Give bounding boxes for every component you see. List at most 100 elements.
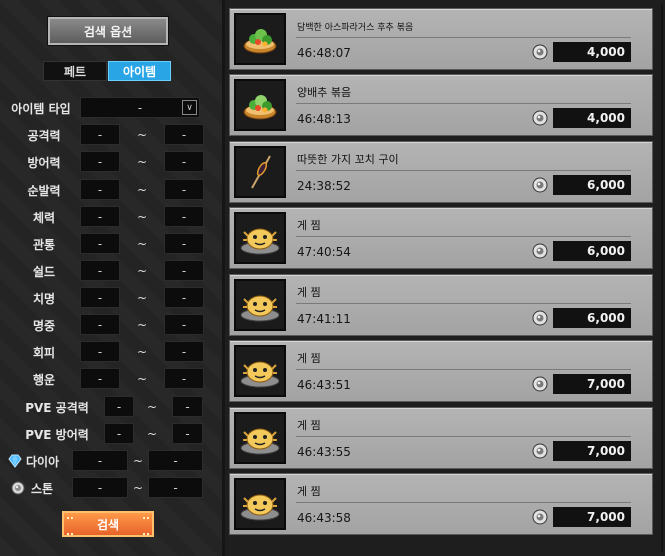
filter-max-input[interactable]: - [148, 450, 203, 471]
filter-row-pve-attack: PVE 공격력 - ~ - [0, 396, 222, 418]
filter-row-stone: 스톤 - ~ - [0, 477, 222, 499]
scrollbar[interactable] [661, 4, 663, 552]
filter-label: 다이아 [26, 454, 60, 469]
filter-label: PVE 방어력 [25, 427, 89, 442]
tab-pet[interactable]: 페트 [43, 61, 107, 81]
filter-max-input[interactable]: - [164, 124, 204, 145]
filter-label: 행운 [32, 372, 56, 387]
item-name: 따뜻한 가지 꼬치 구이 [297, 153, 399, 166]
stone-icon [532, 44, 548, 60]
filter-min-input[interactable]: - [80, 314, 120, 335]
filter-min-input[interactable]: - [80, 206, 120, 227]
chevron-down-icon[interactable]: ∨ [182, 100, 197, 115]
filter-row-accuracy: 명중 - ~ - [0, 314, 222, 336]
filter-max-input[interactable]: - [172, 396, 203, 417]
stone-icon [532, 376, 548, 392]
item-name: 게 찜 [297, 219, 321, 232]
filter-min-input[interactable]: - [80, 124, 120, 145]
range-separator: ~ [136, 372, 148, 386]
filter-min-input[interactable]: - [104, 423, 134, 444]
steamed-crab-icon [234, 478, 286, 530]
listing-card[interactable]: 게 찜 46:43:51 7,000 [229, 340, 653, 402]
diamond-filter-label: 다이아 [8, 450, 70, 472]
range-separator: ~ [136, 128, 148, 142]
tab-item[interactable]: 아이템 [108, 61, 171, 81]
filter-label: 순발력 [27, 183, 61, 198]
filter-max-input[interactable]: - [164, 206, 204, 227]
filter-min-input[interactable]: - [80, 368, 120, 389]
stone-icon [532, 443, 548, 459]
price-value: 6,000 [553, 308, 631, 328]
filter-min-input[interactable]: - [80, 233, 120, 254]
filter-max-input[interactable]: - [164, 341, 204, 362]
stone-icon [532, 177, 548, 193]
filter-row-health: 체력 - ~ - [0, 206, 222, 228]
range-separator: ~ [136, 237, 148, 251]
item-type-value: - [137, 100, 143, 115]
filter-max-input[interactable]: - [164, 287, 204, 308]
filter-label: 체력 [32, 210, 56, 225]
filter-label: 명중 [32, 318, 56, 333]
filter-min-input[interactable]: - [80, 341, 120, 362]
filter-max-input[interactable]: - [172, 423, 203, 444]
filter-row-attack: 공격력 - ~ - [0, 124, 222, 146]
filter-min-input[interactable]: - [80, 260, 120, 281]
stone-icon [532, 310, 548, 326]
listing-card[interactable]: 게 찜 46:43:58 7,000 [229, 473, 653, 535]
range-separator: ~ [146, 427, 158, 441]
search-options-panel: 검색 옵션 페트 아이템 아이템 타입 - ∨ 공격력 - ~ - 방어력 - … [0, 0, 222, 556]
filter-row-critical: 치명 - ~ - [0, 287, 222, 309]
remaining-time: 46:43:55 [297, 445, 351, 459]
listing-card[interactable]: 따뜻한 가지 꼬치 구이 24:38:52 6,000 [229, 141, 653, 203]
filter-row-agility: 순발력 - ~ - [0, 179, 222, 201]
steamed-crab-icon [234, 345, 286, 397]
card-divider [296, 369, 631, 370]
filter-label: 쉴드 [32, 264, 56, 279]
listing-card[interactable]: 게 찜 47:40:54 6,000 [229, 207, 653, 269]
search-button[interactable]: 검색 [62, 511, 154, 537]
listing-card[interactable]: 게 찜 47:41:11 6,000 [229, 274, 653, 336]
filter-min-input[interactable]: - [104, 396, 134, 417]
filter-max-input[interactable]: - [164, 233, 204, 254]
filter-min-input[interactable]: - [80, 287, 120, 308]
filter-max-input[interactable]: - [164, 151, 204, 172]
filter-label: 치명 [32, 291, 56, 306]
card-divider [296, 170, 631, 171]
filter-max-input[interactable]: - [148, 477, 203, 498]
filter-row-shield: 쉴드 - ~ - [0, 260, 222, 282]
range-separator: ~ [136, 291, 148, 305]
range-separator: ~ [136, 183, 148, 197]
range-separator: ~ [146, 400, 158, 414]
filter-max-input[interactable]: - [164, 314, 204, 335]
filter-max-input[interactable]: - [164, 368, 204, 389]
filter-label: 회피 [32, 345, 56, 360]
stir-fry-dish-icon [234, 79, 286, 131]
filter-min-input[interactable]: - [80, 151, 120, 172]
filter-min-input[interactable]: - [72, 477, 128, 498]
filter-label: PVE 공격력 [25, 400, 89, 415]
filter-max-input[interactable]: - [164, 179, 204, 200]
item-type-row: 아이템 타입 - ∨ [0, 97, 222, 119]
item-name: 게 찜 [297, 286, 321, 299]
listing-card[interactable]: 게 찜 46:43:55 7,000 [229, 407, 653, 469]
stone-icon [11, 481, 25, 495]
price-value: 6,000 [553, 241, 631, 261]
filter-min-input[interactable]: - [72, 450, 128, 471]
filter-label: 관통 [32, 237, 56, 252]
filter-max-input[interactable]: - [164, 260, 204, 281]
filter-min-input[interactable]: - [80, 179, 120, 200]
remaining-time: 47:40:54 [297, 245, 351, 259]
filter-label: 공격력 [27, 128, 61, 143]
listing-card[interactable]: 양배추 볶음 46:48:13 4,000 [229, 74, 653, 136]
price-value: 7,000 [553, 374, 631, 394]
item-name: 게 찜 [297, 419, 321, 432]
item-name: 양배추 볶음 [297, 86, 352, 99]
item-type-select[interactable]: - ∨ [80, 97, 200, 118]
card-divider [296, 37, 631, 38]
remaining-time: 46:43:51 [297, 378, 351, 392]
filter-row-evasion: 회피 - ~ - [0, 341, 222, 363]
remaining-time: 46:43:58 [297, 511, 351, 525]
price-value: 4,000 [553, 42, 631, 62]
listing-card[interactable]: 담백한 아스파라거스 후추 볶음 46:48:07 4,000 [229, 8, 653, 70]
range-separator: ~ [136, 345, 148, 359]
